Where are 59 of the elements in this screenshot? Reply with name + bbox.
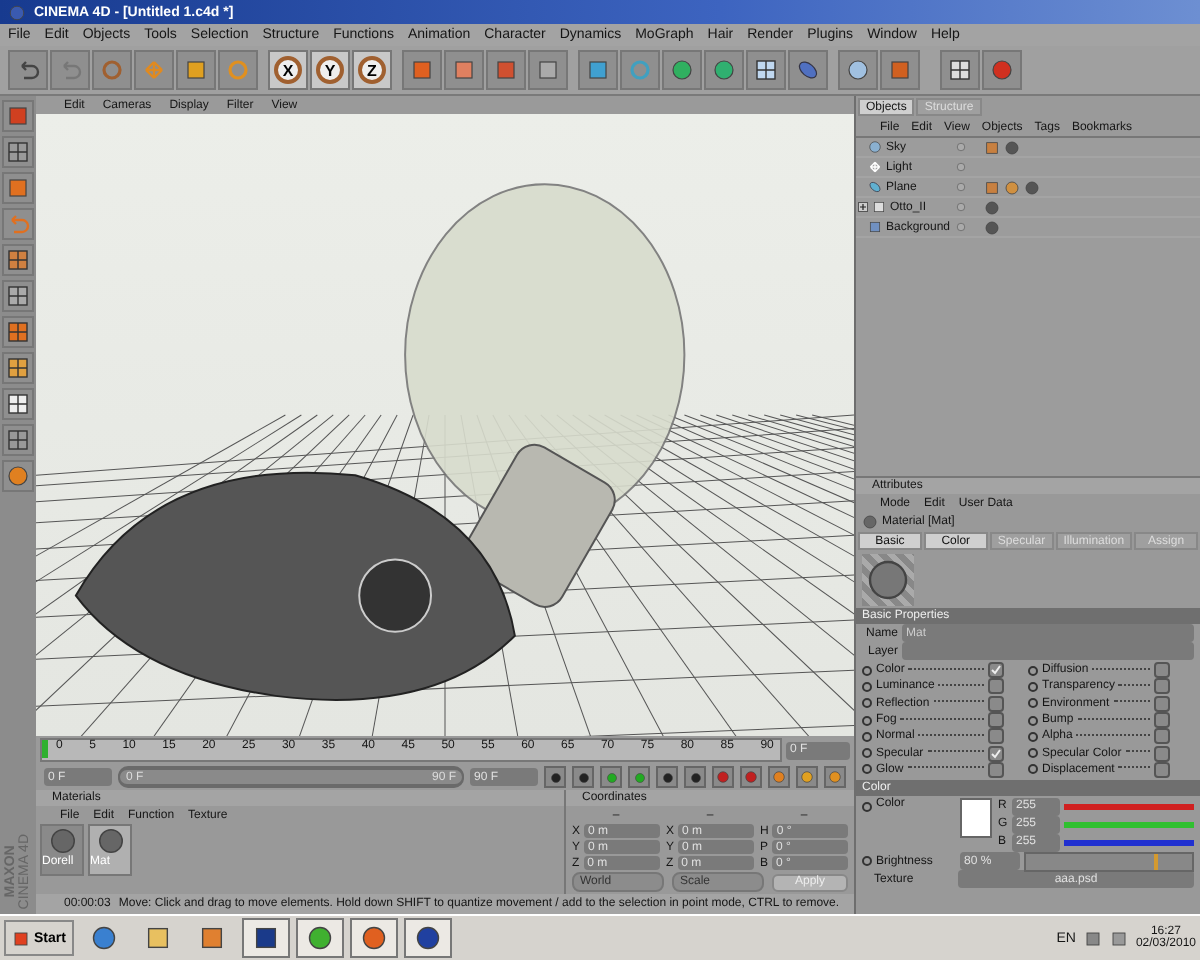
axis-lock-button[interactable]: Y [310, 50, 350, 90]
keyframe-dot-icon[interactable] [862, 665, 872, 676]
keyframe-dot-icon[interactable] [862, 764, 872, 775]
taskbar-button[interactable] [295, 918, 344, 958]
color-slider[interactable] [1064, 839, 1194, 846]
plus-icon[interactable] [858, 202, 868, 212]
record-icon[interactable] [990, 58, 1014, 82]
keyframe-dot-icon[interactable] [862, 681, 872, 692]
keyframe-dot-icon[interactable] [862, 698, 872, 709]
taskbar-button[interactable] [403, 918, 452, 958]
tool-button[interactable] [838, 50, 878, 90]
lattice-icon[interactable] [754, 58, 778, 82]
color-slider[interactable] [1064, 803, 1194, 810]
scale-square-icon[interactable] [184, 58, 208, 82]
playback-button[interactable] [684, 766, 706, 788]
app-sphere-icon [8, 3, 26, 21]
keyframe-dot-icon[interactable] [862, 715, 872, 726]
playback-button[interactable] [544, 766, 566, 788]
app-sphere-icon [413, 924, 442, 952]
tool-button[interactable] [940, 50, 980, 90]
axis-lock-button[interactable]: Z [352, 50, 392, 90]
keyframe-dot-icon[interactable] [862, 748, 872, 759]
sphere-icon [862, 513, 878, 529]
keyframe-dot-icon[interactable] [862, 731, 872, 742]
keyframe-dot-icon[interactable] [1028, 715, 1038, 726]
keyframe-dot-icon[interactable] [1028, 764, 1038, 775]
sphere-icon [95, 826, 125, 856]
keyframe-dot-icon[interactable] [862, 802, 872, 813]
sphere-icon [47, 826, 77, 856]
brightness-slider[interactable] [1024, 851, 1194, 872]
color-slider[interactable] [1064, 821, 1194, 828]
cube-icon[interactable] [586, 58, 610, 82]
sphere-icon[interactable] [1004, 139, 1020, 155]
tool-button[interactable] [788, 50, 828, 90]
tool-button[interactable] [746, 50, 786, 90]
keyframe-dot-icon[interactable] [1028, 748, 1038, 759]
keyframe-dot-icon[interactable] [1028, 731, 1038, 742]
color-swatch[interactable] [960, 798, 992, 839]
slider-thumb[interactable] [1154, 853, 1159, 870]
tool-button[interactable] [8, 50, 48, 90]
undo-icon[interactable] [16, 58, 40, 82]
environment-ellipse-icon[interactable] [796, 58, 820, 82]
sphere-icon[interactable] [1024, 179, 1040, 195]
pointer-ring-icon[interactable] [100, 58, 124, 82]
playback-button[interactable] [656, 766, 678, 788]
keyframe-dot-icon[interactable] [862, 856, 872, 867]
app-circle-icon [305, 924, 334, 952]
nurbs-sphere-icon[interactable] [670, 58, 694, 82]
layer-field[interactable] [902, 642, 1194, 660]
keyframe-dot-icon[interactable] [1028, 665, 1038, 676]
playback-button[interactable] [572, 766, 594, 788]
taskbar-button[interactable] [349, 918, 398, 958]
layout-grid-icon[interactable] [948, 58, 972, 82]
sky-sphere-icon [868, 140, 882, 154]
taskbar-button[interactable] [241, 918, 290, 958]
keyframe-dot-icon[interactable] [1028, 698, 1038, 709]
axis-lock-button[interactable]: X [268, 50, 308, 90]
keyframe-dot-icon[interactable] [1028, 681, 1038, 692]
frame-marker[interactable] [42, 740, 48, 758]
